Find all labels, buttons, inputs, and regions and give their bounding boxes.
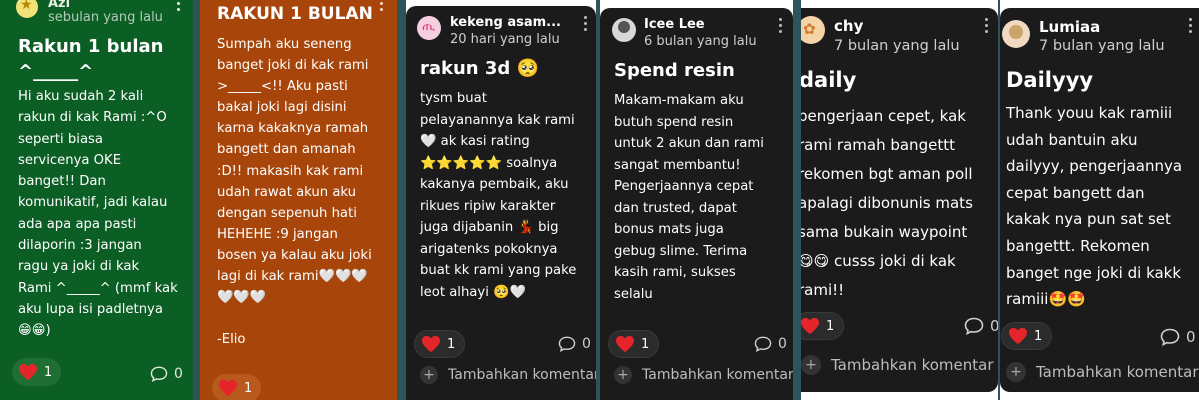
more-options-icon[interactable] xyxy=(380,0,384,12)
like-button[interactable]: 1 xyxy=(608,330,660,358)
post-author: chy xyxy=(834,17,864,35)
avatar-glyph xyxy=(1009,25,1023,39)
add-comment-label: Tambahkan komentar xyxy=(642,367,793,383)
comment-icon xyxy=(1160,328,1180,346)
comment-count: 0 xyxy=(1186,328,1196,346)
like-count: 1 xyxy=(1034,328,1043,344)
add-comment-label: Tambahkan komentar xyxy=(448,367,596,383)
comment-button[interactable]: 0 xyxy=(964,317,998,335)
comment-button[interactable]: 0 xyxy=(1160,328,1196,346)
post-card-azi[interactable]: ★ Azi sebulan yang lalu Rakun 1 bulan ^_… xyxy=(0,0,193,400)
post-title: Dailyyy xyxy=(1006,68,1094,92)
avatar-glyph: ጢ xyxy=(422,19,436,34)
like-button[interactable]: 1 xyxy=(212,374,262,400)
board-background xyxy=(193,0,200,400)
post-time: 6 bulan yang lalu xyxy=(644,34,757,49)
post-title: daily xyxy=(801,68,857,92)
post-author: Lumiaa xyxy=(1039,18,1101,36)
post-time: sebulan yang lalu xyxy=(48,10,163,25)
add-comment-button[interactable]: + Tambahkan komentar xyxy=(420,366,596,384)
like-count: 1 xyxy=(641,336,650,352)
post-body: Thank youu kak ramiii udah bantuin aku d… xyxy=(1006,104,1183,309)
more-options-icon[interactable] xyxy=(177,0,181,12)
post-author: kekeng asam... xyxy=(450,15,561,30)
comment-icon xyxy=(150,366,168,382)
comment-count: 0 xyxy=(778,336,787,352)
post-card-rakun[interactable]: RAKUN 1 BULAN Sumpah aku seneng banget j… xyxy=(200,0,397,400)
post-card-kekeng[interactable]: ጢ kekeng asam... 20 hari yang lalu rakun… xyxy=(406,6,596,400)
avatar xyxy=(612,18,636,42)
comment-count: 0 xyxy=(990,317,998,335)
post-body: tysm buat pelayanannya kak rami 🤍 ak kas… xyxy=(420,91,577,300)
person-avatar-icon xyxy=(618,21,630,33)
plus-icon: + xyxy=(1006,362,1026,382)
post-time: 7 bulan yang lalu xyxy=(834,38,960,54)
avatar: ጢ xyxy=(417,16,441,40)
post-time: 7 bulan yang lalu xyxy=(1039,38,1165,54)
more-options-icon[interactable] xyxy=(1189,18,1193,34)
plus-icon: + xyxy=(420,366,438,384)
heart-icon xyxy=(422,335,440,353)
plus-icon: + xyxy=(801,355,821,375)
like-button[interactable]: 1 xyxy=(801,312,845,340)
like-button[interactable]: 1 xyxy=(12,358,62,386)
comment-count: 0 xyxy=(582,336,591,352)
heart-icon xyxy=(801,317,819,335)
add-comment-label: Tambahkan komentar xyxy=(1036,363,1199,381)
star-avatar-icon: ★ xyxy=(20,0,33,13)
post-body: pengerjaan cepet, kak rami ramah bangett… xyxy=(801,107,973,299)
comment-icon xyxy=(558,336,576,352)
heart-icon xyxy=(19,363,37,381)
comment-button[interactable]: 0 xyxy=(754,336,787,352)
heart-icon xyxy=(219,379,237,397)
like-button[interactable]: 1 xyxy=(414,330,466,358)
like-count: 1 xyxy=(447,336,456,352)
comment-icon xyxy=(754,336,772,352)
comment-icon xyxy=(964,317,984,335)
post-body: Makam-makam aku butuh spend resin untuk … xyxy=(614,93,764,302)
post-body: Sumpah aku seneng banget joki di kak ram… xyxy=(217,37,372,348)
avatar: ★ xyxy=(16,0,38,18)
heart-icon xyxy=(1009,327,1027,345)
post-title: Rakun 1 bulan ^_____^ xyxy=(18,36,164,82)
plus-icon: + xyxy=(614,366,632,384)
add-comment-button[interactable]: + Tambahkan komentar xyxy=(1006,362,1199,382)
post-title: rakun 3d 🥺 xyxy=(420,58,539,79)
like-count: 1 xyxy=(826,318,835,334)
avatar-glyph: ✿ xyxy=(803,20,816,38)
like-count: 1 xyxy=(44,364,53,380)
post-card-lumiaa[interactable]: Lumiaa 7 bulan yang lalu Dailyyy Thank y… xyxy=(1000,8,1199,392)
avatar: ✿ xyxy=(801,16,825,44)
board-background xyxy=(397,0,406,400)
post-card-chy[interactable]: ✿ chy 7 bulan yang lalu daily pengerjaan… xyxy=(801,8,998,392)
post-card-icee[interactable]: Icee Lee 6 bulan yang lalu Spend resin M… xyxy=(600,8,793,400)
post-title: RAKUN 1 BULAN xyxy=(217,4,373,24)
more-options-icon[interactable] xyxy=(779,18,783,34)
add-comment-button[interactable]: + Tambahkan komentar xyxy=(801,355,994,375)
heart-icon xyxy=(616,335,634,353)
add-comment-button[interactable]: + Tambahkan komentar xyxy=(614,366,793,384)
post-author: Icee Lee xyxy=(644,17,705,32)
comment-button[interactable]: 0 xyxy=(150,366,183,382)
avatar xyxy=(1002,20,1030,48)
like-button[interactable]: 1 xyxy=(1001,322,1053,350)
post-title: Spend resin xyxy=(614,60,735,81)
board-background xyxy=(793,0,801,400)
comment-count: 0 xyxy=(174,366,183,382)
add-comment-label: Tambahkan komentar xyxy=(831,356,994,374)
like-count: 1 xyxy=(244,380,253,396)
post-time: 20 hari yang lalu xyxy=(450,32,560,47)
post-body: Hi aku sudah 2 kali rakun di kak Rami :^… xyxy=(18,89,178,339)
comment-button[interactable]: 0 xyxy=(558,336,591,352)
more-options-icon[interactable] xyxy=(985,18,989,34)
more-options-icon[interactable] xyxy=(584,16,588,32)
